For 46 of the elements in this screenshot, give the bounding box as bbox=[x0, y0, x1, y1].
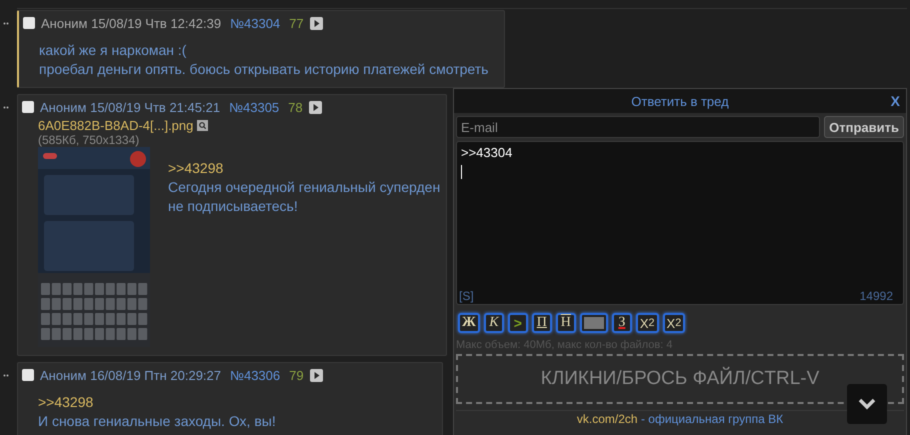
spoiler-button[interactable] bbox=[580, 313, 608, 333]
file-info: (585Кб, 750x1334) bbox=[38, 133, 140, 147]
quote-button[interactable]: > bbox=[508, 313, 528, 333]
italic-button[interactable]: К bbox=[484, 313, 504, 333]
group-link[interactable]: vk.com/2ch bbox=[576, 412, 638, 426]
post-number-link[interactable]: №43305 bbox=[229, 100, 280, 114]
reply-link[interactable]: >>43298 bbox=[38, 393, 276, 412]
send-button[interactable]: Отправить bbox=[824, 116, 904, 138]
post-text: проебал деньги опять. боюсь открывать историю платежей смотреть bbox=[39, 60, 488, 79]
checkbox[interactable] bbox=[22, 101, 34, 113]
close-button[interactable]: X bbox=[890, 93, 900, 109]
overline-button[interactable]: Н bbox=[556, 313, 576, 333]
post-number-link[interactable]: №43306 bbox=[230, 368, 280, 382]
post-count: 79 bbox=[289, 368, 304, 382]
char-counter: 14992 bbox=[860, 289, 893, 303]
spoiler-hint: [S] bbox=[459, 289, 474, 303]
checkbox[interactable] bbox=[22, 369, 34, 381]
dots-icon bbox=[3, 106, 9, 109]
underline-button[interactable]: П bbox=[532, 313, 552, 333]
post-text: не подписываетесь! bbox=[168, 197, 299, 216]
file-name-link[interactable]: 6A0E882B-B8AD-4[...].png bbox=[38, 118, 194, 133]
bold-button[interactable]: Ж bbox=[458, 313, 480, 333]
post-text: Сегодня очередной гениальный суперден bbox=[168, 178, 440, 197]
footer-text: - официальная группа ВК bbox=[640, 412, 784, 426]
post-text: И снова гениальные заходы. Ох, вы! bbox=[38, 412, 276, 431]
dots-icon bbox=[3, 374, 9, 377]
form-title: Ответить в тред bbox=[631, 94, 729, 108]
checkbox[interactable] bbox=[23, 17, 35, 29]
post-author-date: Аноним 15/08/19 Чтв 12:42:39 bbox=[41, 16, 222, 30]
message-field[interactable]: >>43304 [S] 14992 bbox=[456, 141, 904, 305]
post-count: 78 bbox=[288, 100, 303, 114]
search-icon[interactable] bbox=[197, 120, 208, 131]
chevron-down-icon bbox=[858, 398, 876, 410]
play-icon[interactable] bbox=[308, 100, 322, 114]
post-text: какой же я наркоман :( bbox=[39, 41, 188, 60]
post-count: 77 bbox=[289, 16, 304, 30]
reply-link[interactable]: >>43298 bbox=[168, 159, 440, 178]
post-number-link[interactable]: №43304 bbox=[230, 16, 280, 30]
scroll-down-button[interactable] bbox=[847, 384, 887, 424]
post-author-date: Аноним 15/08/19 Чтв 21:45:21 bbox=[40, 100, 220, 114]
email-field[interactable]: E-mail bbox=[456, 116, 820, 138]
strike-button[interactable]: З bbox=[612, 313, 632, 333]
dots-icon bbox=[3, 22, 9, 25]
play-icon[interactable] bbox=[310, 368, 323, 382]
play-icon[interactable] bbox=[310, 16, 323, 30]
post-author-date: Аноним 16/08/19 Птн 20:29:27 bbox=[40, 368, 222, 382]
